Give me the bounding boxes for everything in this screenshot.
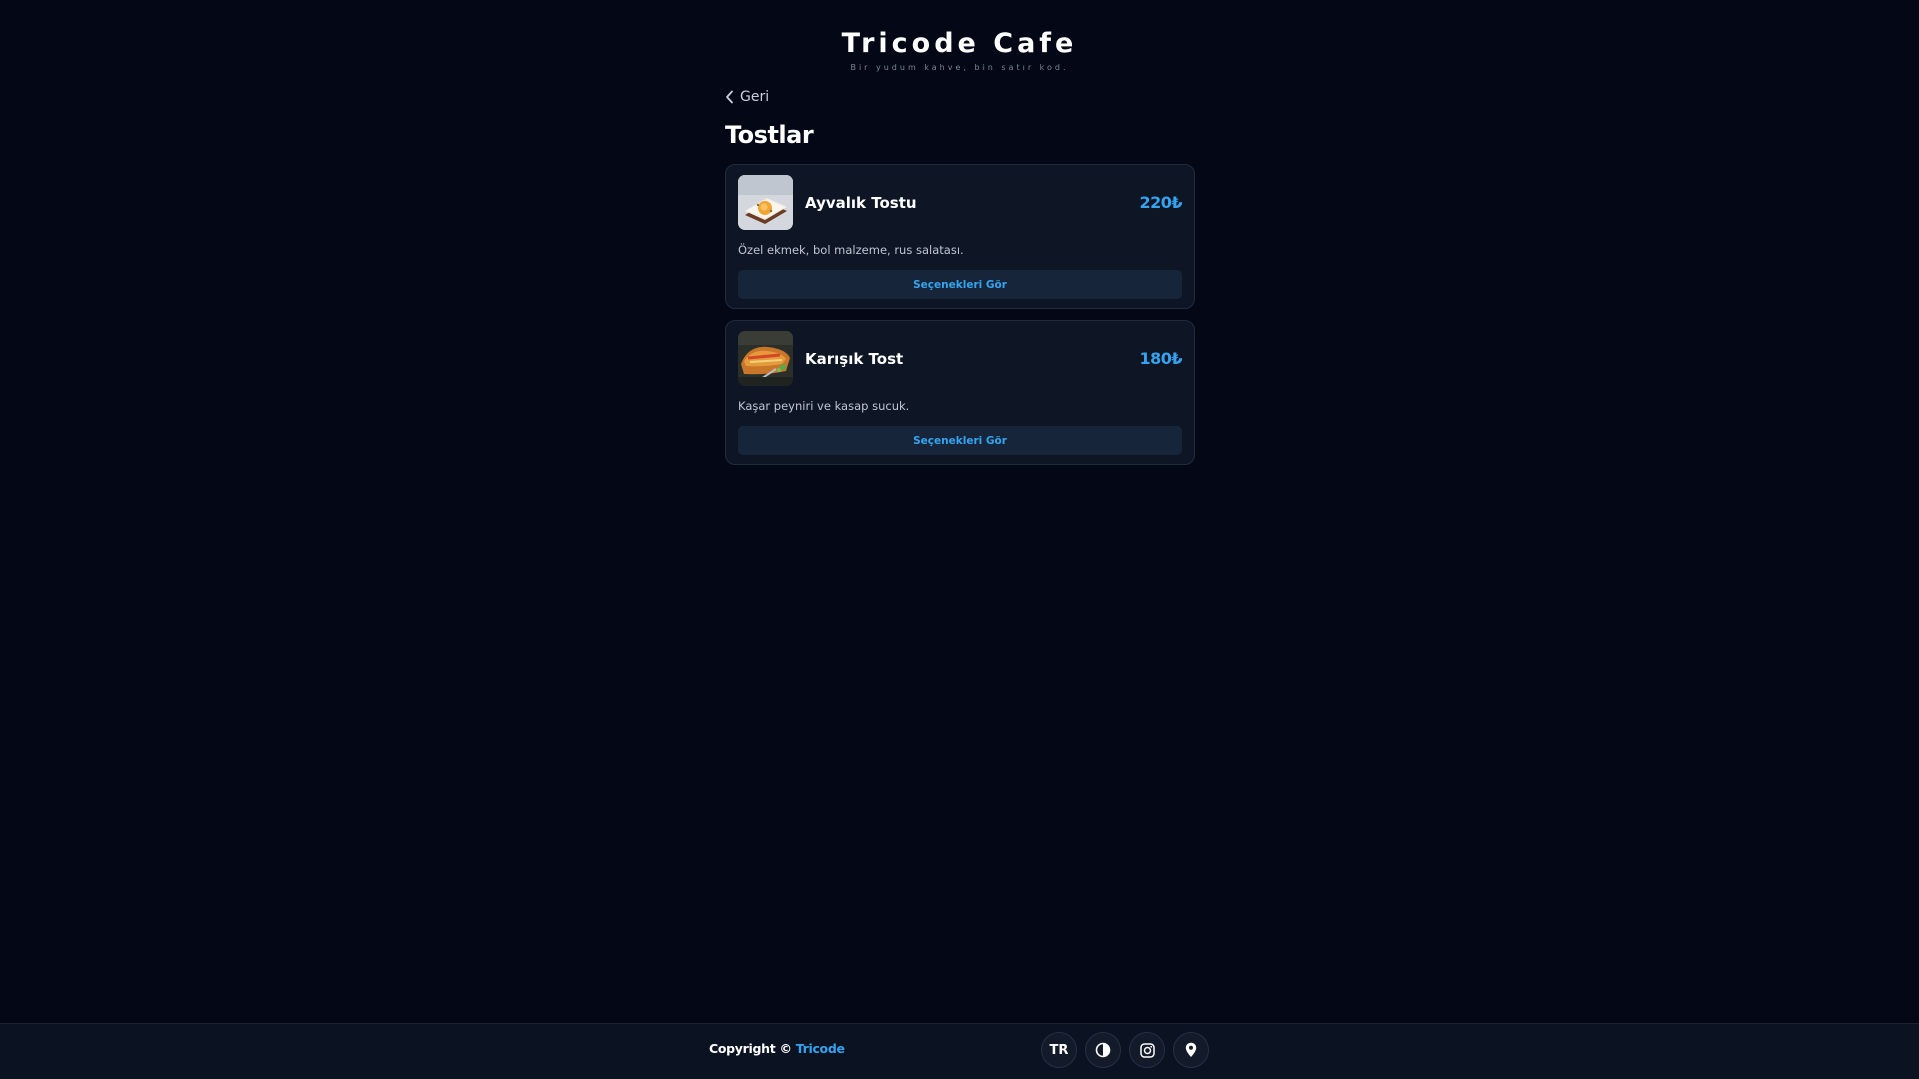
category-title: Tostlar: [725, 121, 814, 149]
page: Tricode Cafe Bir yudum kahve, bin satır …: [0, 0, 1919, 1079]
site-subtitle: Bir yudum kahve, bin satır kod.: [850, 63, 1069, 72]
product-name: Ayvalık Tostu: [805, 193, 917, 212]
location-pin-icon: [1185, 1042, 1197, 1058]
site-header: Tricode Cafe Bir yudum kahve, bin satır …: [0, 28, 1919, 74]
view-options-button[interactable]: Seçenekleri Gör: [738, 426, 1182, 455]
product-description: Özel ekmek, bol malzeme, rus salatası.: [738, 243, 964, 257]
instagram-icon: [1139, 1042, 1155, 1058]
instagram-button[interactable]: [1129, 1032, 1165, 1068]
language-label: TR: [1049, 1042, 1069, 1058]
product-price: 180₺: [1139, 349, 1182, 368]
product-header: Karışık Tost 180₺: [738, 331, 1182, 386]
site-title[interactable]: Tricode Cafe: [0, 28, 1919, 60]
copyright: Copyright © Tricode: [709, 1041, 845, 1056]
theme-toggle-icon: [1095, 1042, 1111, 1058]
theme-toggle-button[interactable]: [1085, 1032, 1121, 1068]
product-header: Ayvalık Tostu 220₺: [738, 175, 1182, 230]
chevron-left-icon: [725, 90, 734, 104]
product-description: Kaşar peyniri ve kasap sucuk.: [738, 399, 910, 413]
back-label: Geri: [740, 89, 770, 105]
product-card: Karışık Tost 180₺ Kaşar peyniri ve kasap…: [725, 320, 1195, 465]
product-price: 220₺: [1139, 193, 1182, 212]
copyright-text: Copyright ©: [709, 1041, 792, 1056]
main-content: Geri Tostlar Ayvalık Tostu 220₺ Özel ekm…: [725, 86, 1195, 465]
back-button[interactable]: Geri: [725, 86, 769, 108]
site-footer: Copyright © Tricode TR: [0, 1023, 1919, 1079]
product-name: Karışık Tost: [805, 349, 904, 368]
product-image: [738, 331, 793, 386]
footer-actions: TR: [1041, 1032, 1209, 1068]
location-button[interactable]: [1173, 1032, 1209, 1068]
product-card: Ayvalık Tostu 220₺ Özel ekmek, bol malze…: [725, 164, 1195, 309]
product-image: [738, 175, 793, 230]
copyright-brand-link[interactable]: Tricode: [796, 1041, 845, 1056]
view-options-button[interactable]: Seçenekleri Gör: [738, 270, 1182, 299]
language-button[interactable]: TR: [1041, 1032, 1077, 1068]
